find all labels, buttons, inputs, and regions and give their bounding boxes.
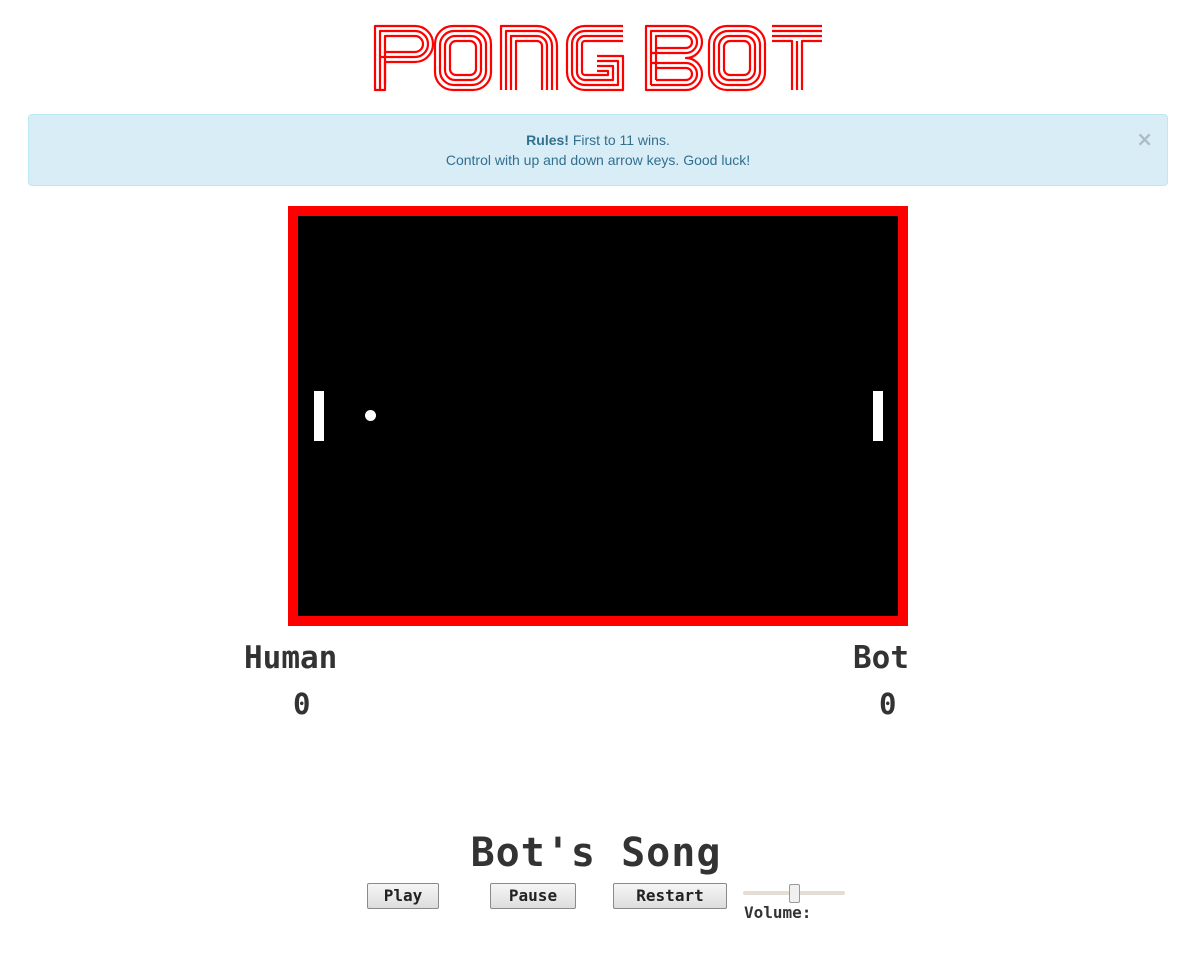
- rules-alert: Rules! First to 11 wins. Control with up…: [28, 114, 1168, 186]
- game-board[interactable]: [288, 206, 908, 626]
- bot-name: Bot: [853, 640, 909, 676]
- human-paddle: [314, 391, 324, 441]
- rules-label: Rules!: [526, 132, 569, 148]
- song-title: Bot's Song: [470, 830, 722, 876]
- close-icon[interactable]: ×: [1136, 129, 1153, 149]
- rules-line-1: Rules! First to 11 wins.: [29, 130, 1167, 150]
- volume-label: Volume:: [744, 903, 812, 922]
- human-score: 0: [293, 687, 311, 721]
- volume-thumb[interactable]: [789, 884, 800, 903]
- bot-paddle: [873, 391, 883, 441]
- play-button[interactable]: Play: [367, 883, 439, 909]
- ball: [365, 410, 376, 421]
- pause-button[interactable]: Pause: [490, 883, 576, 909]
- bot-score: 0: [879, 687, 897, 721]
- controls-text: Control with up and down arrow keys. Goo…: [445, 152, 751, 168]
- human-name: Human: [244, 640, 338, 676]
- rules-text: First to 11 wins.: [568, 132, 670, 148]
- restart-button[interactable]: Restart: [613, 883, 727, 909]
- volume-slider[interactable]: [743, 882, 845, 904]
- pongbot-logo: [373, 24, 822, 92]
